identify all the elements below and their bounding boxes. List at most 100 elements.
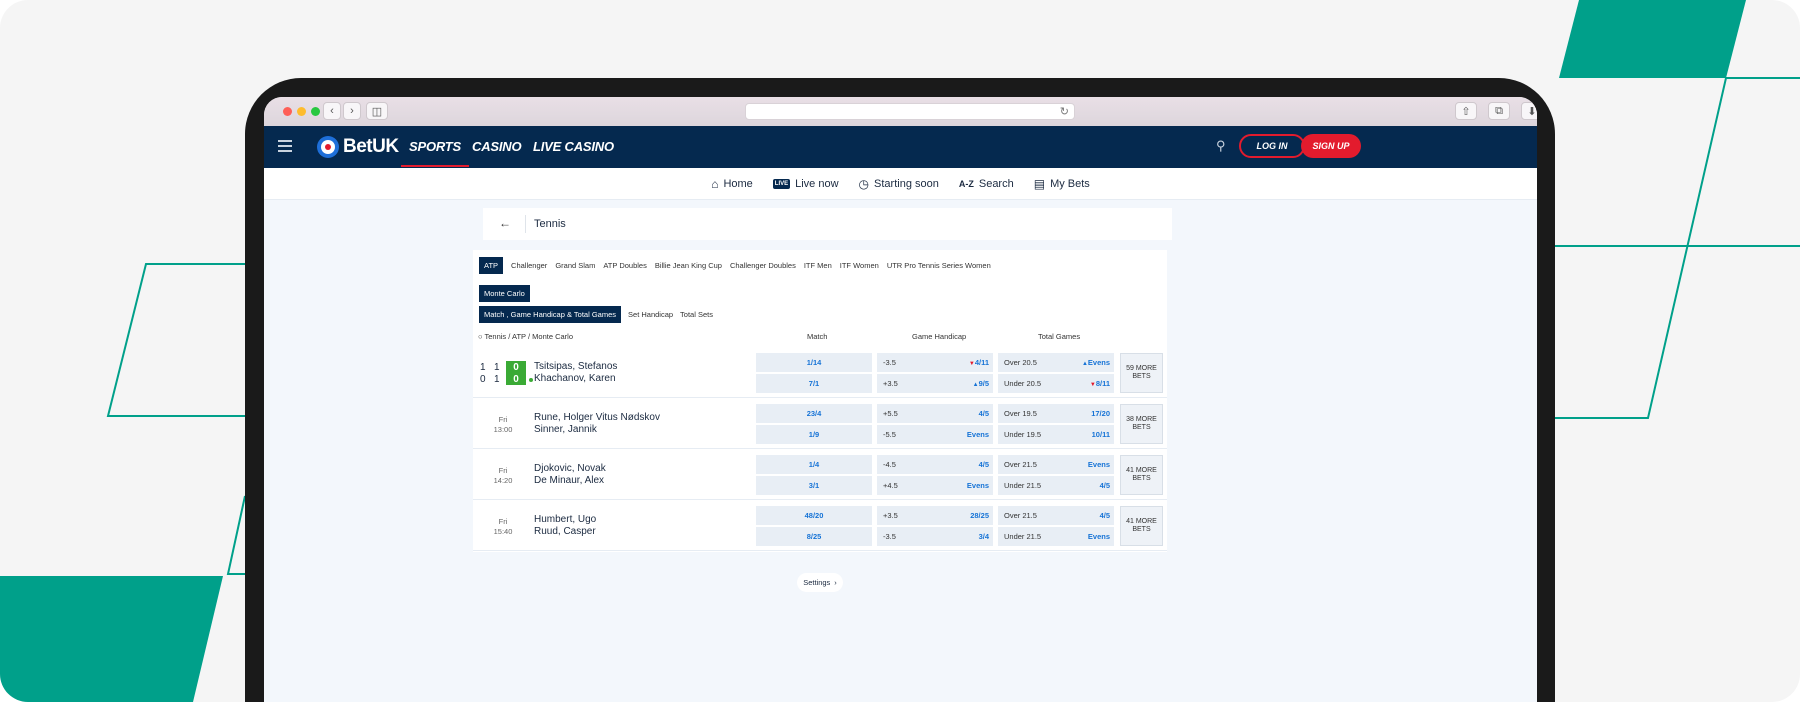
main-content: ← Tennis ATP Challenger Grand Slam ATP D… — [264, 200, 1537, 702]
market-tab-set-handicap[interactable]: Set Handicap — [628, 306, 673, 323]
nav-live-casino[interactable]: LIVE CASINO — [533, 139, 614, 154]
tab-utr-pro-tennis-series-women[interactable]: UTR Pro Tennis Series Women — [883, 257, 995, 274]
odds-button[interactable]: Under 19.5 10/11 — [998, 425, 1114, 444]
odds-button[interactable]: Over 19.5 17/20 — [998, 404, 1114, 423]
subnav-search[interactable]: A-Z Search — [959, 178, 1014, 190]
page-title: Tennis — [534, 218, 566, 230]
odds-button[interactable]: -5.5 Evens — [877, 425, 993, 444]
odds-button[interactable]: Under 21.5 Evens — [998, 527, 1114, 546]
odds-button[interactable]: +4.5 Evens — [877, 476, 993, 495]
chevron-right-icon: › — [350, 105, 354, 117]
event-row[interactable]: Fri 14:20 Djokovic, Novak De Minaur, Ale… — [473, 450, 1167, 500]
signup-button[interactable]: SIGN UP — [1301, 134, 1361, 158]
odds-button[interactable]: 23/4 — [756, 404, 872, 423]
tab-atp[interactable]: ATP — [479, 257, 504, 274]
login-button[interactable]: LOG IN — [1239, 134, 1305, 158]
nav-sports[interactable]: SPORTS — [400, 139, 470, 167]
odds-button[interactable]: Over 21.5 Evens — [998, 455, 1114, 474]
breadcrumb: ○ Tennis / ATP / Monte Carlo — [478, 332, 573, 341]
tabs-button[interactable]: ⧉ — [1488, 102, 1510, 120]
tab-atp-doubles[interactable]: ATP Doubles — [599, 257, 651, 274]
odds-button[interactable]: 48/20 — [756, 506, 872, 525]
chevron-right-icon: › — [834, 578, 837, 587]
event-row[interactable]: Fri 13:00 Rune, Holger Vitus Nødskov Sin… — [473, 399, 1167, 449]
browser-back-button[interactable]: ‹ — [323, 102, 341, 120]
odds-button[interactable]: 3/1 — [756, 476, 872, 495]
event-time: 13:00 — [493, 425, 513, 434]
more-bets-button[interactable]: 41 MORE BETS — [1120, 506, 1163, 546]
reload-icon[interactable]: ↻ — [1060, 105, 1069, 118]
target-logo-icon — [317, 136, 339, 158]
tab-grand-slam[interactable]: Grand Slam — [551, 257, 599, 274]
tournament-chip[interactable]: Monte Carlo — [479, 285, 530, 302]
odds-button[interactable]: 7/1 — [756, 374, 872, 393]
sidebar-toggle-button[interactable]: ◫ — [366, 102, 388, 120]
share-button[interactable]: ⇧ — [1455, 102, 1477, 120]
odds-button[interactable]: Over 20.5 ▲Evens — [998, 353, 1114, 372]
minimize-window-dot[interactable] — [297, 107, 306, 116]
odds-button[interactable]: -3.5 ▼4/11 — [877, 353, 993, 372]
event-time: 14:20 — [493, 476, 513, 485]
subnav-live-now[interactable]: LIVE Live now — [772, 178, 839, 190]
odds-button[interactable]: 1/4 — [756, 455, 872, 474]
address-bar[interactable]: ↻ — [745, 103, 1075, 120]
subnav-starting-soon[interactable]: ◷ Starting soon — [859, 177, 939, 191]
browser-forward-button[interactable]: › — [343, 102, 361, 120]
more-bets-button[interactable]: 59 MORE BETS — [1120, 353, 1163, 393]
clock-icon: ◷ — [858, 176, 870, 191]
home-icon: ⌂ — [711, 176, 719, 191]
maximize-window-dot[interactable] — [311, 107, 320, 116]
sports-subnav: ⌂ Home LIVE Live now ◷ Starting soon A-Z Sea… — [264, 168, 1537, 200]
odds-button[interactable]: Under 21.5 4/5 — [998, 476, 1114, 495]
tab-billie-jean-king-cup[interactable]: Billie Jean King Cup — [651, 257, 726, 274]
tab-itf-men[interactable]: ITF Men — [800, 257, 836, 274]
tabs-icon: ⧉ — [1495, 104, 1503, 117]
brand-logo[interactable]: BetUK — [317, 136, 399, 158]
odds-button[interactable]: -4.5 4/5 — [877, 455, 993, 474]
odds-button[interactable]: 8/25 — [756, 527, 872, 546]
odds-button[interactable]: +5.5 4/5 — [877, 404, 993, 423]
menu-icon[interactable] — [278, 140, 292, 152]
tab-itf-women[interactable]: ITF Women — [836, 257, 883, 274]
subnav-my-bets[interactable]: ▤ My Bets — [1034, 177, 1090, 191]
more-bets-button[interactable]: 41 MORE BETS — [1120, 455, 1163, 495]
competition-tabs: ATP Challenger Grand Slam ATP Doubles Bi… — [479, 257, 995, 274]
odds-button[interactable]: Over 21.5 4/5 — [998, 506, 1114, 525]
settings-button[interactable]: Settings › — [797, 573, 843, 592]
downloads-button[interactable]: ⬇ — [1521, 102, 1537, 120]
back-arrow-icon[interactable]: ← — [499, 216, 511, 230]
events-panel: ATP Challenger Grand Slam ATP Doubles Bi… — [473, 250, 1167, 552]
player-name: Ruud, Casper — [534, 526, 596, 537]
receipt-icon: ▤ — [1033, 176, 1046, 191]
event-row[interactable]: Fri 15:40 Humbert, Ugo Ruud, Casper 48/2… — [473, 501, 1167, 551]
column-header-total-games: Total Games — [1038, 332, 1081, 341]
tab-challenger[interactable]: Challenger — [507, 257, 551, 274]
event-time: 15:40 — [493, 527, 513, 536]
serving-indicator — [529, 378, 533, 382]
nav-casino[interactable]: CASINO — [472, 139, 522, 154]
sidebar-icon: ◫ — [371, 105, 383, 118]
market-tab-match[interactable]: Match , Game Handicap & Total Games — [479, 306, 622, 323]
market-tab-total-sets[interactable]: Total Sets — [680, 306, 713, 323]
odds-button[interactable]: 1/14 — [756, 353, 872, 372]
set-score: 0 — [480, 374, 486, 385]
player-name: Humbert, Ugo — [534, 514, 597, 525]
tab-challenger-doubles[interactable]: Challenger Doubles — [726, 257, 800, 274]
game-score: 0 — [506, 361, 526, 373]
subnav-home[interactable]: ⌂ Home — [711, 177, 753, 191]
odds-button[interactable]: 1/9 — [756, 425, 872, 444]
close-window-dot[interactable] — [283, 107, 292, 116]
odds-button[interactable]: +3.5 ▲9/5 — [877, 374, 993, 393]
search-icon[interactable]: ⚲ — [1216, 138, 1226, 154]
page-header: ← Tennis — [483, 208, 1172, 240]
laptop-frame: ‹ › ◫ ↻ ⇧ ⧉ ⬇ BetUK SPORTS CASINO LIVE C… — [245, 78, 1555, 702]
odds-button[interactable]: +3.5 28/25 — [877, 506, 993, 525]
more-bets-button[interactable]: 38 MORE BETS — [1120, 404, 1163, 444]
odds-button[interactable]: Under 20.5 ▼8/11 — [998, 374, 1114, 393]
event-row[interactable]: 1 1 0 1 0 0 Tsitsipas, Stefanos Khachano… — [473, 348, 1167, 398]
market-tabs: Match , Game Handicap & Total Games Set … — [479, 306, 713, 323]
brand-name: BetUK — [343, 136, 399, 157]
set-score: 1 — [494, 374, 500, 385]
odds-button[interactable]: -3.5 3/4 — [877, 527, 993, 546]
live-icon: LIVE — [772, 178, 791, 189]
